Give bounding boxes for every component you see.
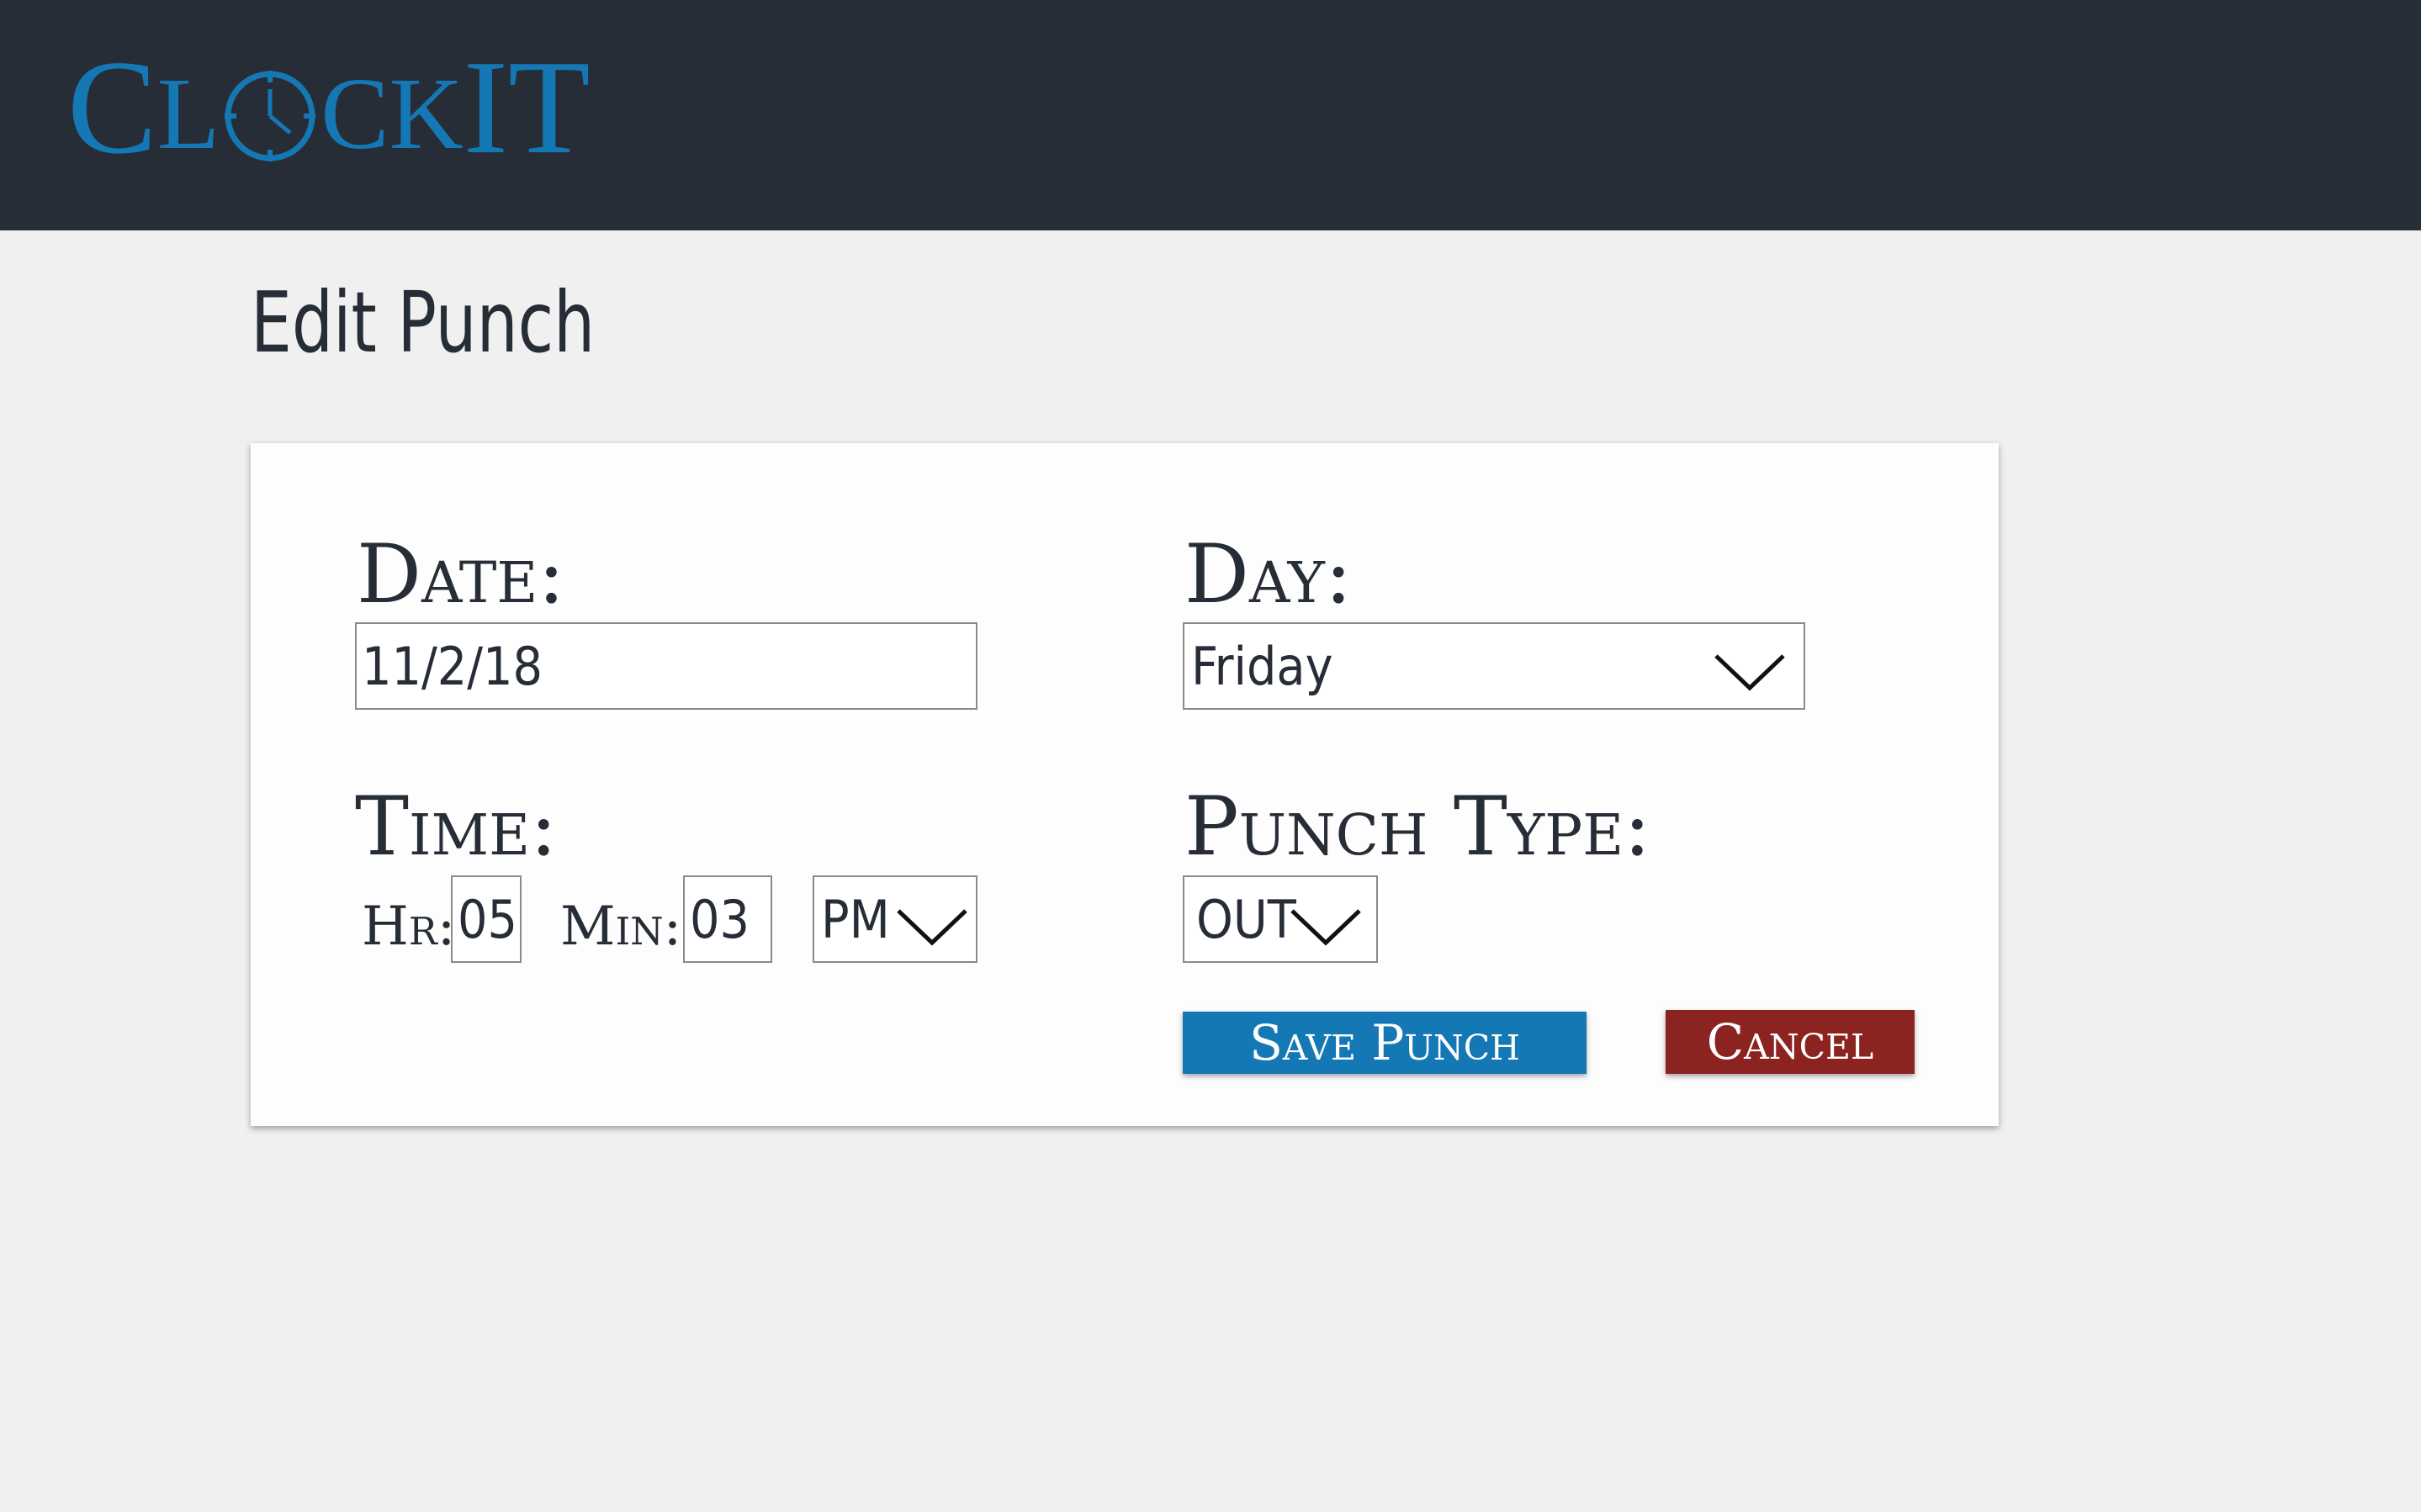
chevron-down-icon: [1714, 654, 1785, 691]
page-title: Edit Punch: [251, 273, 596, 372]
logo-letter-l: L: [156, 57, 220, 171]
clock-icon: [225, 71, 316, 161]
date-field[interactable]: [355, 622, 977, 710]
logo-letter-c: C: [67, 32, 157, 182]
day-select[interactable]: Friday: [1183, 622, 1805, 710]
logo-letters-ck: CK: [321, 57, 464, 171]
cancel-button[interactable]: Cancel: [1666, 1010, 1915, 1074]
date-input[interactable]: [357, 635, 976, 697]
punch-type-select-value: OUT: [1196, 888, 1296, 950]
day-select-value: Friday: [1191, 635, 1333, 697]
hour-input[interactable]: [453, 888, 520, 950]
minute-field[interactable]: [683, 875, 772, 963]
am-pm-select[interactable]: PM: [813, 875, 977, 963]
logo-letters-it: IT: [463, 32, 591, 182]
save-punch-button[interactable]: Save Punch: [1183, 1012, 1587, 1074]
hr-label: Hr:: [362, 896, 456, 958]
chevron-down-icon: [1290, 909, 1361, 946]
min-label: Min:: [560, 896, 682, 958]
top-bar: C L CK IT: [0, 0, 2421, 230]
punch-type-label: Punch Type:: [1184, 780, 1651, 874]
am-pm-select-value: PM: [821, 888, 890, 950]
punch-type-select[interactable]: OUT: [1183, 875, 1378, 963]
chevron-down-icon: [897, 909, 967, 946]
date-label: Date:: [357, 527, 565, 621]
day-label: Day:: [1184, 527, 1353, 621]
minute-input[interactable]: [685, 888, 771, 950]
time-label: Time:: [355, 780, 558, 874]
hour-field[interactable]: [451, 875, 522, 963]
clockit-logo[interactable]: C L CK IT: [67, 32, 591, 182]
edit-punch-card: Date: Day: Friday Time: Hr: Min: PM Punc…: [251, 443, 1999, 1126]
